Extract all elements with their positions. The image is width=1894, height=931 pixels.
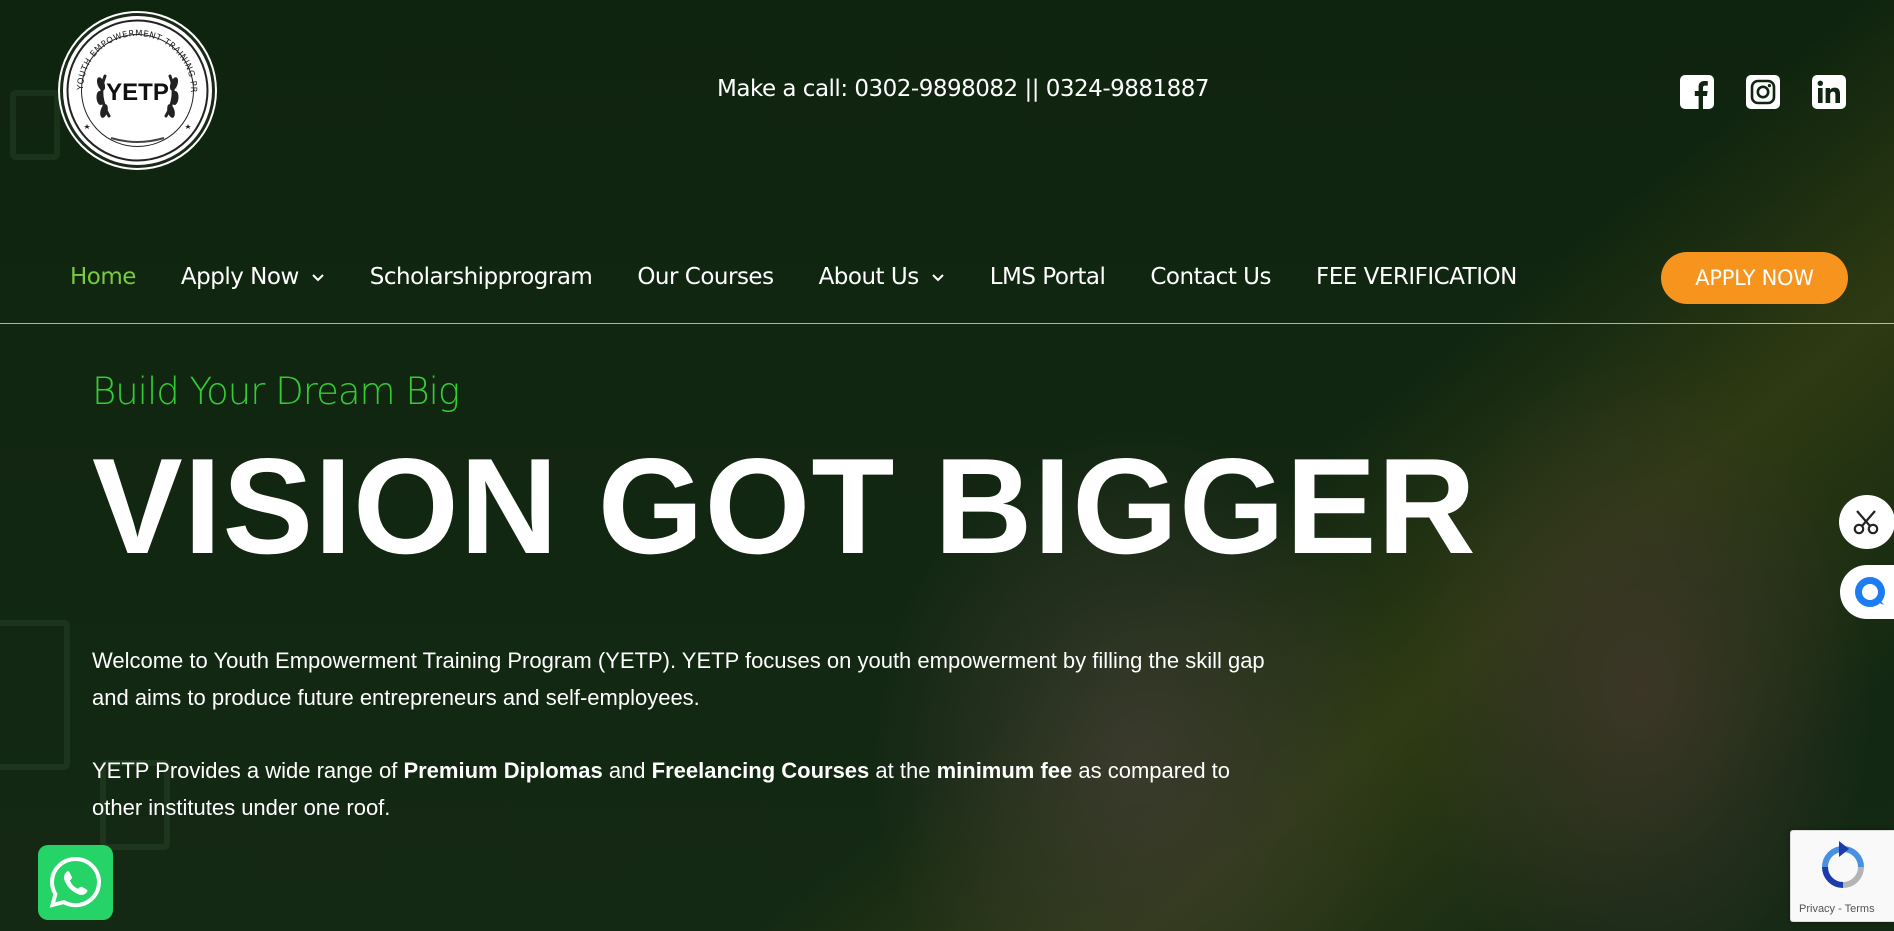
phone-number-1[interactable]: 0302-9898082 — [854, 76, 1018, 102]
nav-item-lms-portal[interactable]: LMS Portal — [990, 264, 1106, 290]
nav-items: Home Apply Now Scholarshipprogram Our Co… — [70, 264, 1562, 290]
instagram-icon[interactable] — [1746, 75, 1780, 109]
text-segment: at the — [869, 758, 937, 783]
bold-minimum-fee: minimum fee — [936, 758, 1073, 783]
bg-decoration — [0, 620, 70, 770]
linkedin-icon[interactable] — [1812, 75, 1846, 109]
bold-freelancing-courses: Freelancing Courses — [651, 758, 870, 783]
hero-intro-paragraph: Welcome to Youth Empowerment Training Pr… — [92, 648, 1265, 710]
nav-item-home[interactable]: Home — [70, 264, 136, 290]
chevron-down-icon — [312, 274, 324, 282]
nav-item-label: FEE VERIFICATION — [1315, 264, 1517, 290]
site-logo[interactable]: YOUTH EMPOWERMENT TRAINING PROGRAM YETP — [60, 13, 215, 168]
nav-item-label: About Us — [818, 264, 920, 290]
text-segment: YETP Provides a wide range of — [92, 758, 404, 783]
call-info: Make a call: 0302-9898082 || 0324-988188… — [717, 76, 1210, 102]
recaptcha-badge[interactable]: Privacy - Terms — [1790, 830, 1894, 922]
nav-item-contact-us[interactable]: Contact Us — [1150, 264, 1271, 290]
hero-section: Build Your Dream Big VISION GOT BIGGER W… — [92, 370, 1477, 826]
chat-widget-button[interactable] — [1840, 565, 1894, 619]
chat-bubble-icon — [1855, 577, 1885, 607]
hero-tagline: Build Your Dream Big — [92, 370, 460, 413]
recaptcha-terms-link[interactable]: Terms — [1845, 903, 1875, 915]
nav-item-label: Contact Us — [1150, 264, 1271, 290]
scissors-icon — [1853, 510, 1879, 535]
phone-separator: || — [1024, 76, 1039, 102]
recaptcha-icon — [1822, 841, 1864, 888]
social-links — [1680, 75, 1846, 109]
nav-item-our-courses[interactable]: Our Courses — [637, 264, 774, 290]
facebook-icon[interactable] — [1680, 75, 1714, 109]
nav-item-label: Apply Now — [180, 264, 299, 290]
whatsapp-button[interactable] — [38, 845, 113, 920]
whatsapp-icon — [49, 856, 102, 908]
nav-item-apply-now[interactable]: Apply Now — [181, 264, 325, 290]
text-segment: and — [602, 758, 652, 783]
phone-number-2[interactable]: 0324-9881887 — [1046, 76, 1210, 102]
nav-item-label: Home — [70, 264, 136, 290]
recaptcha-links: Privacy - Terms — [1799, 903, 1875, 915]
chevron-down-icon — [931, 274, 944, 282]
nav-item-fee-verification[interactable]: FEE VERIFICATION — [1316, 264, 1517, 290]
nav-item-label: LMS Portal — [989, 264, 1106, 290]
call-label: Make a call: — [717, 76, 848, 102]
nav-item-label: Our Courses — [637, 264, 774, 290]
nav-item-label: Scholarshipprogram — [369, 264, 593, 290]
main-nav: Home Apply Now Scholarshipprogram Our Co… — [0, 250, 1894, 324]
top-header: YOUTH EMPOWERMENT TRAINING PROGRAM YETP — [0, 0, 1894, 180]
hero-offer-paragraph: YETP Provides a wide range of Premium Di… — [92, 752, 1272, 826]
logo-text: YETP — [106, 79, 169, 106]
logo-emblem: YOUTH EMPOWERMENT TRAINING PROGRAM YETP — [63, 16, 209, 162]
bold-premium-diplomas: Premium Diplomas — [403, 758, 603, 783]
nav-item-about-us[interactable]: About Us — [819, 264, 945, 290]
apply-now-button[interactable]: APPLY NOW — [1661, 252, 1848, 304]
hero-headline: VISION GOT BIGGER — [92, 430, 1477, 582]
recaptcha-separator: - — [1835, 903, 1845, 915]
recaptcha-privacy-link[interactable]: Privacy — [1799, 903, 1835, 915]
nav-item-scholarship[interactable]: Scholarshipprogram — [370, 264, 593, 290]
scissors-tool-button[interactable] — [1839, 495, 1894, 549]
